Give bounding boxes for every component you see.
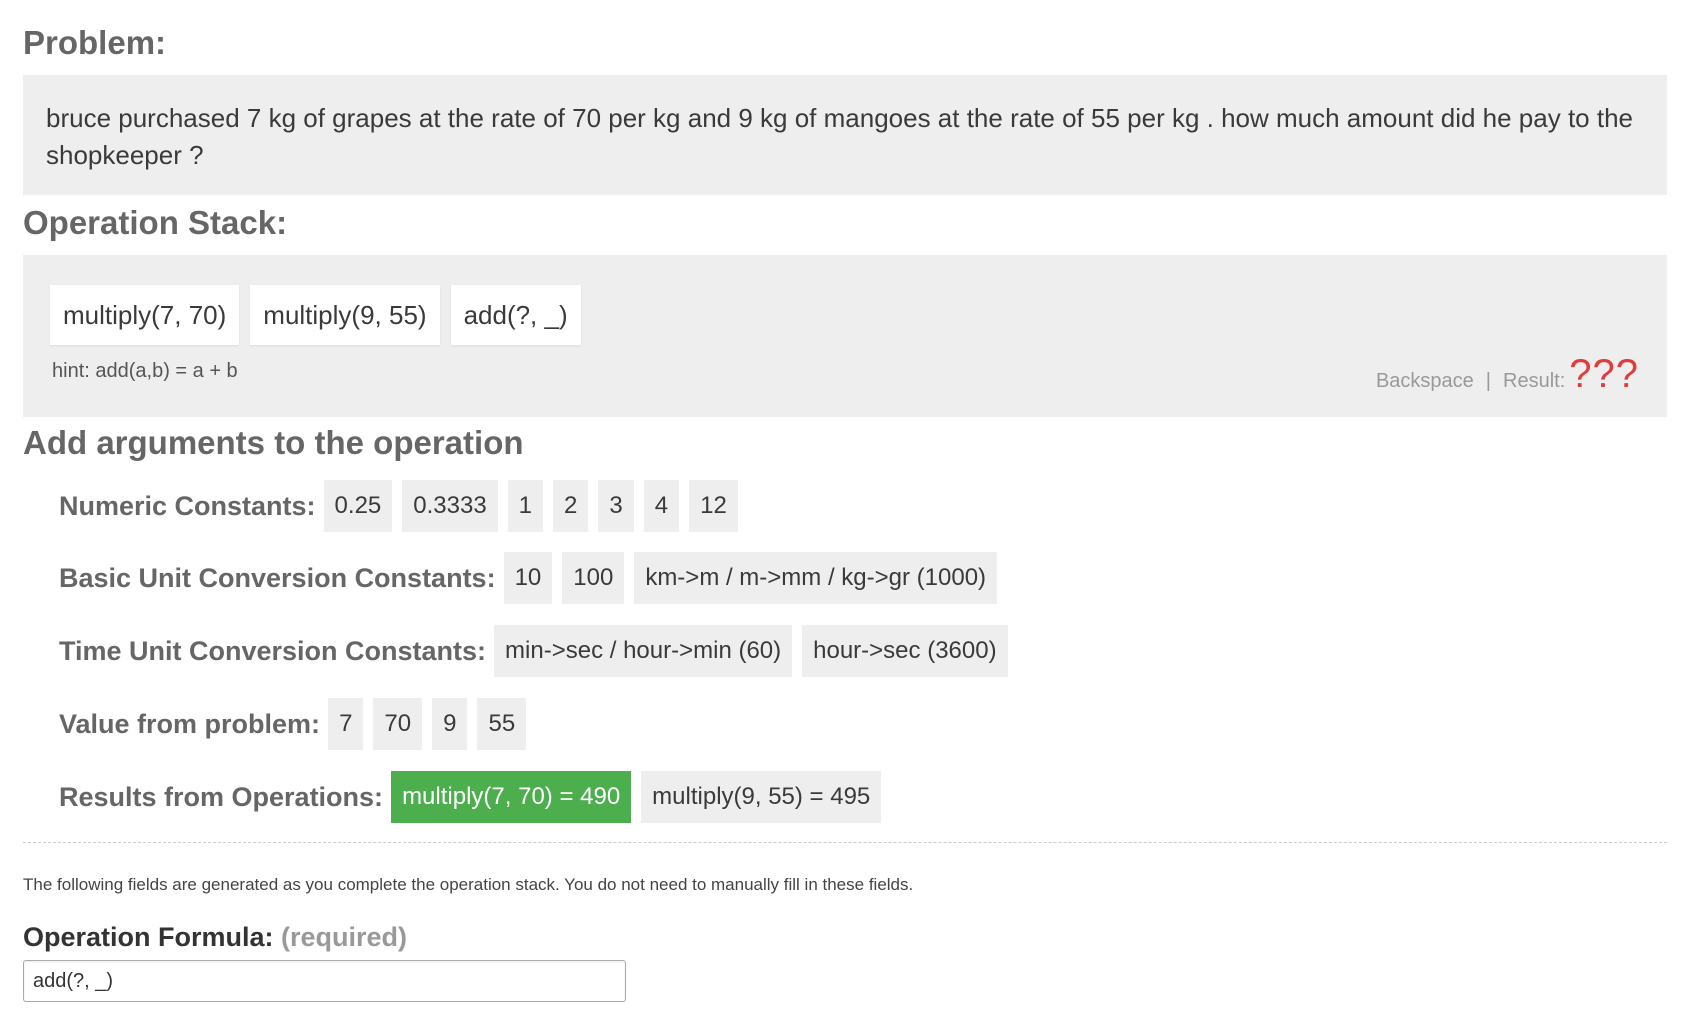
operation-chip[interactable]: multiply(7, 70) — [50, 285, 240, 345]
constant-chip[interactable]: km->m / m->mm / kg->gr (1000) — [634, 552, 998, 604]
value-chip[interactable]: 7 — [328, 698, 364, 750]
basic-unit-constants-label: Basic Unit Conversion Constants: — [59, 562, 496, 593]
add-arguments-title: Add arguments to the operation — [23, 424, 524, 461]
operation-stack-title: Operation Stack: — [23, 204, 288, 241]
problem-title: Problem: — [23, 24, 167, 61]
operation-stack-panel: multiply(7, 70) multiply(9, 55) add(?, _… — [23, 255, 1667, 417]
constant-chip[interactable]: 1 — [507, 480, 544, 532]
value-chip[interactable]: 9 — [432, 698, 468, 750]
operation-results-row: Results from Operations: multiply(7, 70)… — [59, 771, 891, 823]
basic-unit-constants-row: Basic Unit Conversion Constants: 10 100 … — [59, 552, 1007, 604]
hint-text: hint: add(a,b) = a + b — [52, 360, 238, 382]
problem-values-row: Value from problem: 7 70 9 55 — [59, 698, 536, 750]
operation-formula-input[interactable] — [23, 960, 626, 1002]
problem-text-box: bruce purchased 7 kg of grapes at the ra… — [23, 75, 1667, 195]
constant-chip[interactable]: min->sec / hour->min (60) — [494, 625, 793, 677]
operation-chip[interactable]: add(?, _) — [450, 285, 581, 345]
result-chip-selected[interactable]: multiply(7, 70) = 490 — [391, 771, 632, 823]
constant-chip[interactable]: 0.25 — [323, 480, 393, 532]
required-tag: (required) — [281, 922, 408, 952]
value-chip[interactable]: 70 — [373, 698, 423, 750]
problem-text: bruce purchased 7 kg of grapes at the ra… — [46, 103, 1634, 170]
generated-fields-note: The following fields are generated as yo… — [23, 875, 914, 894]
dashed-divider — [23, 842, 1667, 843]
backspace-link[interactable]: Backspace — [1376, 370, 1474, 393]
numeric-constants-label: Numeric Constants: — [59, 490, 316, 521]
formula-label-text: Operation Formula: — [23, 922, 274, 952]
time-unit-constants-label: Time Unit Conversion Constants: — [59, 635, 487, 666]
operation-results-label: Results from Operations: — [59, 781, 384, 812]
operation-chips: multiply(7, 70) multiply(9, 55) add(?, _… — [50, 285, 581, 345]
value-chip[interactable]: 55 — [477, 698, 527, 750]
separator: | — [1485, 370, 1491, 392]
numeric-constants-row: Numeric Constants: 0.25 0.3333 1 2 3 4 1… — [59, 480, 748, 532]
constant-chip[interactable]: 10 — [503, 552, 553, 604]
constant-chip[interactable]: 2 — [553, 480, 589, 532]
result-chip[interactable]: multiply(9, 55) = 495 — [641, 771, 882, 823]
time-unit-constants-row: Time Unit Conversion Constants: min->sec… — [59, 625, 1018, 677]
constant-chip[interactable]: 12 — [689, 480, 738, 532]
problem-values-label: Value from problem: — [59, 708, 321, 739]
result-label: Result: — [1503, 370, 1566, 392]
constant-chip[interactable]: 3 — [598, 480, 634, 532]
result-area: Backspace | Result: ??? — [1376, 352, 1639, 397]
constant-chip[interactable]: hour->sec (3600) — [802, 625, 1008, 677]
operation-chip[interactable]: multiply(9, 55) — [250, 285, 440, 345]
constant-chip[interactable]: 4 — [643, 480, 680, 532]
operation-formula-label: Operation Formula: (required) — [23, 922, 407, 953]
constant-chip[interactable]: 100 — [562, 552, 625, 604]
constant-chip[interactable]: 0.3333 — [402, 480, 498, 532]
result-value: ??? — [1569, 352, 1639, 396]
